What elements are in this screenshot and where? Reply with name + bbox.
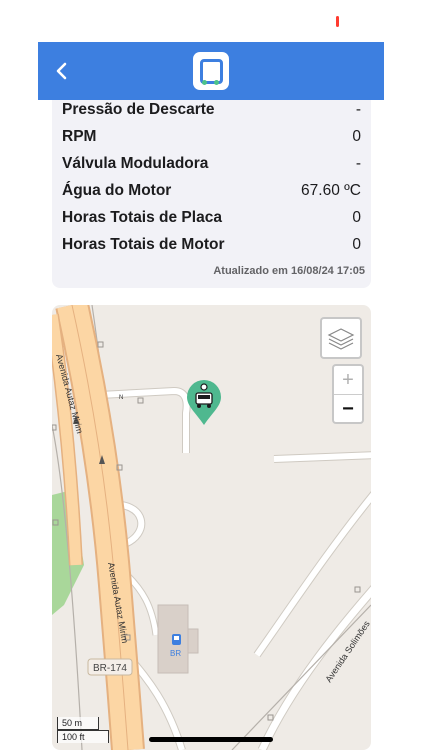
metric-row: Horas Totais de Motor 0	[62, 232, 361, 258]
scale-metric: 50 m	[57, 717, 99, 730]
app-header	[38, 42, 384, 100]
vehicle-marker-icon	[187, 380, 221, 425]
metric-value: 0	[352, 236, 361, 253]
metric-label: Válvula Moduladora	[62, 155, 209, 172]
metric-row: Água do Motor 67.60 ºC	[62, 178, 361, 204]
metric-label: Água do Motor	[62, 182, 172, 199]
metric-row: RPM 0	[62, 124, 361, 150]
metric-label: Pressão de Descarte	[62, 101, 215, 118]
vehicle-marker[interactable]	[185, 380, 223, 426]
map-view[interactable]: Avenida Autaz Mirim Avenida Autaz Mirim …	[52, 305, 371, 750]
scale-imperial: 100 ft	[57, 730, 109, 743]
metric-label: RPM	[62, 128, 97, 145]
street-label: Avenida Solimões	[323, 619, 371, 685]
metric-label: Horas Totais de Motor	[62, 236, 225, 253]
map-scale: 50 m 100 ft	[57, 717, 109, 743]
zoom-control: + −	[332, 364, 364, 424]
recording-indicator	[336, 16, 339, 27]
metric-value: -	[355, 155, 361, 172]
highway-label: BR-174	[93, 663, 127, 674]
back-button[interactable]	[50, 56, 76, 86]
telemetry-card: Pressão de Descarte - RPM 0 Válvula Modu…	[52, 100, 371, 288]
metric-row: Válvula Moduladora -	[62, 151, 361, 177]
zoom-out-button[interactable]: −	[334, 395, 362, 422]
metric-value: 67.60 ºC	[301, 182, 361, 199]
metric-row: Pressão de Descarte -	[62, 97, 361, 123]
app-logo-icon	[193, 52, 229, 90]
last-updated: Atualizado em 16/08/24 17:05	[213, 265, 365, 277]
home-indicator[interactable]	[149, 737, 273, 742]
metric-row: Horas Totais de Placa 0	[62, 205, 361, 231]
metric-label: Horas Totais de Placa	[62, 209, 222, 226]
metric-value: 0	[352, 128, 361, 145]
map-tiles: Avenida Autaz Mirim Avenida Autaz Mirim …	[52, 305, 371, 750]
layers-icon	[327, 328, 355, 350]
metric-value: 0	[352, 209, 361, 226]
zoom-in-button[interactable]: +	[334, 366, 362, 395]
street-label: N	[119, 395, 123, 401]
poi-label: BR	[170, 649, 181, 658]
layers-button[interactable]	[320, 317, 362, 359]
metric-value: -	[355, 101, 361, 118]
chevron-left-icon	[56, 62, 67, 80]
